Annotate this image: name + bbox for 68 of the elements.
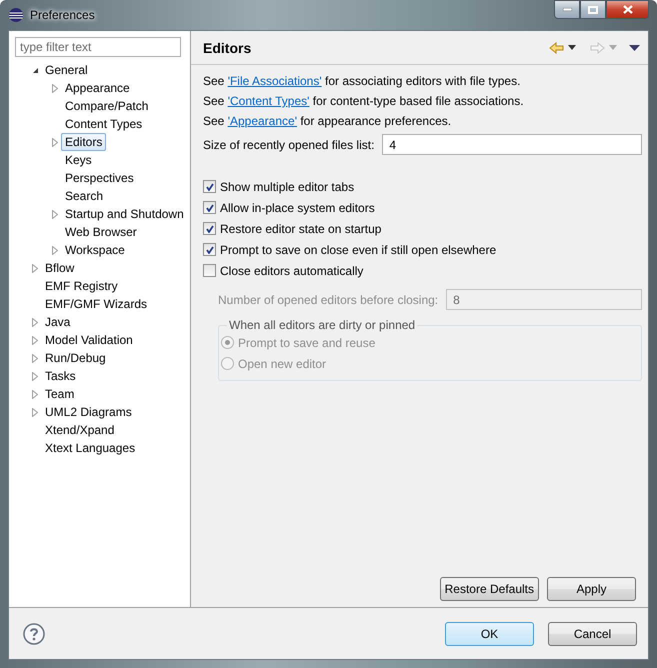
checkbox[interactable]	[203, 222, 216, 235]
tree-item[interactable]: Appearance	[61, 79, 134, 97]
checkbox[interactable]	[203, 243, 216, 256]
tree-item[interactable]: Tasks	[41, 367, 80, 385]
minimize-icon	[562, 8, 572, 11]
link-sentence: See 'File Associations' for associating editors with file types.	[203, 73, 522, 90]
tree-item[interactable]: Java	[41, 313, 74, 331]
tree-item[interactable]: Startup and Shutdown	[61, 205, 188, 223]
preference-link[interactable]: 'Content Types'	[228, 94, 310, 108]
tree-item[interactable]: UML2 Diagrams	[41, 403, 136, 421]
link-sentence: See 'Content Types' for content-type based file associations.	[203, 93, 525, 110]
forward-arrow-icon[interactable]	[590, 42, 605, 54]
dropdown-caret-icon[interactable]	[568, 45, 576, 50]
tree-item[interactable]: Search	[61, 187, 108, 205]
help-icon[interactable]	[23, 622, 45, 644]
link-sentence: See 'Appearance' for appearance preferences.	[203, 113, 452, 130]
preference-link[interactable]: 'Appearance'	[228, 114, 297, 128]
tree-item[interactable]: EMF Registry	[41, 277, 122, 295]
group-title: When all editors are dirty or pinned	[228, 318, 416, 332]
tree-item[interactable]: Content Types	[61, 115, 146, 133]
checkbox-label: Allow in-place system editors	[220, 200, 375, 214]
radio-label: Prompt to save and reuse	[238, 336, 376, 350]
page-title: Editors	[203, 40, 252, 56]
restore-defaults-button[interactable]: Restore Defaults	[440, 577, 539, 601]
tree-item[interactable]: Web Browser	[61, 223, 141, 241]
checkbox-label: Restore editor state on startup	[220, 222, 382, 236]
tree-item[interactable]: Team	[41, 385, 78, 403]
close-icon	[622, 5, 632, 14]
expand-arrow-icon[interactable]	[52, 210, 58, 218]
checkbox[interactable]	[203, 201, 216, 214]
checkbox[interactable]	[203, 180, 216, 193]
tree-item[interactable]: Keys	[61, 151, 96, 169]
maximize-button[interactable]	[580, 0, 606, 19]
apply-button[interactable]: Apply	[547, 577, 636, 601]
cancel-button[interactable]: Cancel	[548, 622, 637, 646]
expand-arrow-icon[interactable]	[52, 84, 58, 92]
window-title: Preferences	[30, 8, 95, 22]
maximize-icon	[588, 6, 598, 14]
view-menu-icon[interactable]	[629, 44, 640, 50]
tree-item[interactable]: Workspace	[61, 241, 129, 259]
field-label: Number of opened editors before closing:	[218, 292, 438, 306]
tree-item[interactable]: Compare/Patch	[61, 97, 152, 115]
tree-item[interactable]: General	[41, 61, 92, 79]
close-button[interactable]	[606, 0, 649, 19]
app-icon	[8, 7, 24, 23]
checkbox-label: Show multiple editor tabs	[220, 180, 354, 194]
tree-item[interactable]: Xtext Languages	[41, 439, 140, 457]
field-label: Size of recently opened files list:	[203, 138, 374, 152]
expand-arrow-icon[interactable]	[52, 246, 58, 254]
tree-item[interactable]: Perspectives	[61, 169, 138, 187]
expand-arrow-icon[interactable]	[32, 264, 38, 272]
ok-button[interactable]: OK	[445, 622, 534, 646]
tree-item[interactable]: Bflow	[41, 259, 78, 277]
tree-item[interactable]: EMF/GMF Wizards	[41, 295, 151, 313]
checkbox[interactable]	[203, 264, 216, 277]
tree-item[interactable]: Run/Debug	[41, 349, 110, 367]
tree-item[interactable]: Editors	[61, 133, 106, 151]
radio-label: Open new editor	[238, 356, 326, 370]
checkbox-label: Close editors automatically	[220, 264, 364, 278]
tree-item[interactable]: Xtend/Xpand	[41, 421, 118, 439]
minimize-button[interactable]	[554, 0, 580, 19]
recent-files-field[interactable]: 4	[382, 134, 642, 155]
tree-item[interactable]: Model Validation	[41, 331, 137, 349]
preference-link[interactable]: 'File Associations'	[228, 74, 322, 88]
checkbox-label: Prompt to save on close even if still open elsewhere	[220, 242, 496, 256]
collapse-arrow-icon[interactable]	[32, 66, 38, 74]
expand-arrow-icon[interactable]	[52, 138, 58, 146]
filter-field[interactable]: type filter text	[15, 37, 181, 57]
